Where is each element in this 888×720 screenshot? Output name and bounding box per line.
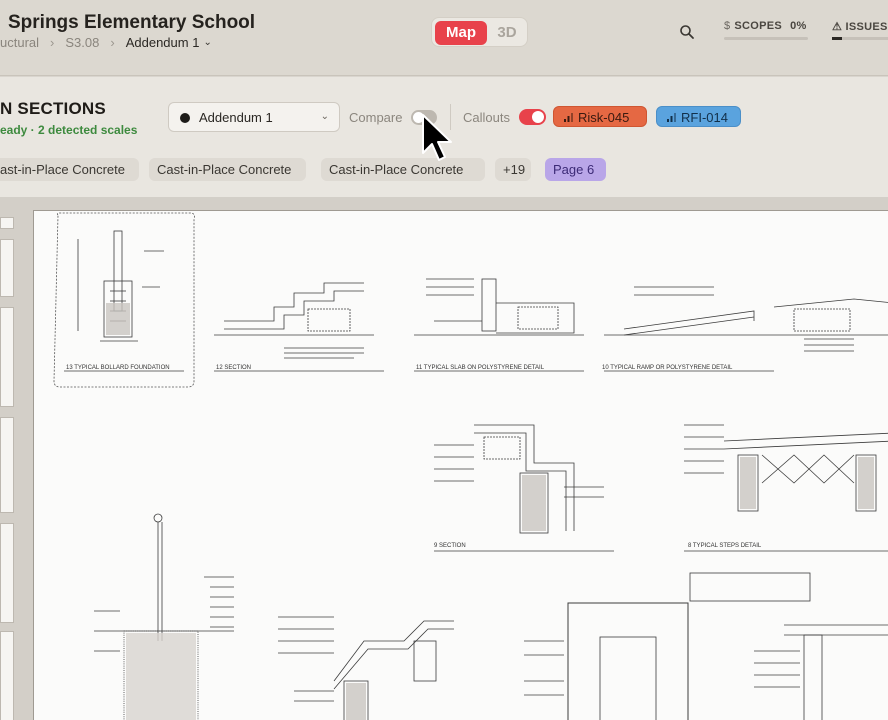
- sheet-thumbnail[interactable]: [0, 631, 14, 720]
- breadcrumb-item-sheet[interactable]: S3.08: [65, 35, 99, 50]
- chevron-down-icon: ⌄: [320, 111, 329, 122]
- sheet-thumbnail[interactable]: [0, 307, 14, 407]
- addendum-select-value: Addendum 1: [199, 110, 273, 125]
- scale-detection-status: eady · 2 detected scales: [0, 123, 138, 137]
- sheet-thumbnail[interactable]: [0, 523, 14, 623]
- chevron-down-icon[interactable]: ⌄: [203, 37, 211, 48]
- warning-icon: ⚠: [832, 21, 843, 33]
- search-icon[interactable]: [679, 24, 695, 40]
- scopes-label: SCOPES: [734, 20, 783, 32]
- more-specs-chip[interactable]: +19: [495, 158, 531, 181]
- detail-11-label: 11 TYPICAL SLAB ON POLYSTYRENE DETAIL: [416, 365, 545, 371]
- drawing-sheet[interactable]: 13 TYPICAL BOLLARD FOUNDATION 12 SECTION…: [33, 210, 888, 720]
- construction-details-drawing: 13 TYPICAL BOLLARD FOUNDATION 12 SECTION…: [53, 212, 888, 720]
- thumbnail-header-icon[interactable]: [0, 217, 14, 229]
- page-chip[interactable]: Page 6: [545, 158, 606, 181]
- top-bar: Springs Elementary School uctural › S3.0…: [0, 0, 888, 76]
- dollar-icon: $: [724, 20, 731, 32]
- project-title: Springs Elementary School: [8, 12, 256, 33]
- sheet-thumbnail[interactable]: [0, 417, 14, 513]
- compare-label: Compare: [349, 110, 403, 125]
- detail-13-label: 13 TYPICAL BOLLARD FOUNDATION: [66, 365, 170, 371]
- callouts-toggle-knob[interactable]: [532, 111, 544, 123]
- breadcrumb-item-addendum[interactable]: Addendum 1: [126, 35, 200, 50]
- signal-bars-icon: [667, 113, 676, 122]
- detail-12-label: 12 SECTION: [216, 365, 251, 371]
- scopes-progress-bar: [724, 37, 808, 40]
- mouse-cursor-icon: [422, 114, 452, 161]
- signal-bars-icon: [564, 113, 573, 122]
- spec-chip[interactable]: Cast-in-Place Concrete: [321, 158, 485, 181]
- callouts-label: Callouts: [463, 110, 510, 125]
- drawing-canvas[interactable]: 13 TYPICAL BOLLARD FOUNDATION 12 SECTION…: [0, 114, 888, 720]
- rfi-callout-pill[interactable]: RFI-014: [656, 106, 741, 127]
- risk-callout-label: Risk-045: [578, 110, 630, 125]
- map-view-button[interactable]: Map: [435, 21, 487, 45]
- breadcrumb-item-discipline[interactable]: uctural: [0, 35, 39, 50]
- scopes-percent: 0%: [790, 20, 807, 32]
- risk-callout-pill[interactable]: Risk-045: [553, 106, 647, 127]
- scopes-indicator[interactable]: $ SCOPES 0%: [724, 20, 807, 32]
- issues-label: ISSUES: [845, 21, 888, 33]
- sheet-thumbnail-strip: [0, 211, 16, 720]
- sheet-section-title: N SECTIONS: [0, 99, 106, 118]
- detail-9-label: 9 SECTION: [434, 543, 466, 549]
- chevron-right-icon: ›: [110, 35, 115, 50]
- sheet-thumbnail[interactable]: [0, 239, 14, 297]
- chevron-right-icon: ›: [50, 35, 55, 50]
- view-mode-toggle: Map 3D: [431, 17, 528, 47]
- spec-chip[interactable]: Cast-in-Place Concrete: [149, 158, 306, 181]
- detail-10-label: 10 TYPICAL RAMP OR POLYSTYRENE DETAIL: [602, 365, 733, 371]
- addendum-select[interactable]: Addendum 1 ⌄: [168, 102, 340, 132]
- spec-chip[interactable]: ast-in-Place Concrete: [0, 158, 139, 181]
- 3d-view-button[interactable]: 3D: [490, 21, 524, 45]
- breadcrumb: uctural › S3.08 › Addendum 1 ⌄: [0, 35, 212, 50]
- rfi-callout-label: RFI-014: [681, 110, 728, 125]
- issues-progress-fill: [832, 37, 842, 40]
- issues-indicator[interactable]: ⚠ ISSUES: [832, 20, 888, 33]
- status-dot-icon: [180, 113, 190, 123]
- detail-8-label: 8 TYPICAL STEPS DETAIL: [688, 543, 762, 549]
